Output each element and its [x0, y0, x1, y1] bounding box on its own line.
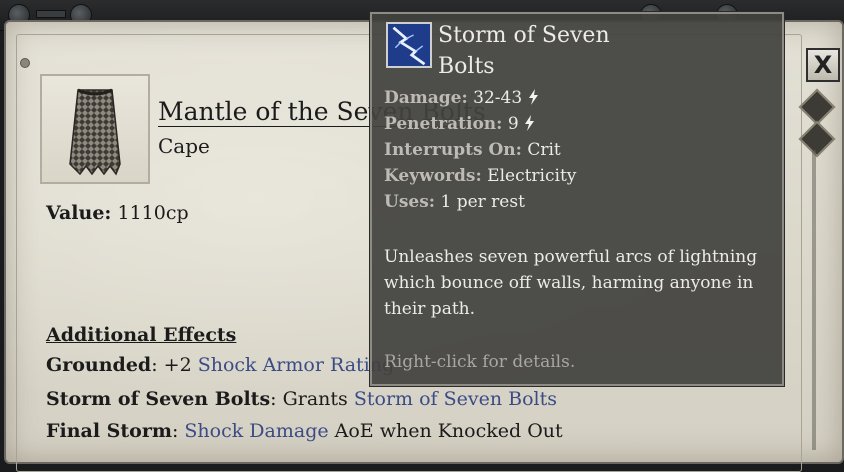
frame-ornament	[36, 10, 66, 18]
value-amount: 1110cp	[117, 202, 189, 224]
stat-value: 1 per rest	[440, 192, 525, 212]
effect-label: Final Storm	[46, 420, 172, 442]
additional-effects-heading: Additional Effects	[46, 324, 237, 346]
cape-icon	[69, 88, 121, 176]
effect-row-storm: Storm of Seven Bolts: Grants Storm of Se…	[46, 388, 557, 410]
stat-uses: Uses: 1 per rest	[384, 192, 525, 212]
ability-tooltip: Storm of Seven Bolts Damage: 32-43 Penet…	[370, 12, 784, 386]
stat-penetration: Penetration: 9	[384, 114, 535, 134]
item-portrait	[40, 74, 150, 184]
stat-value: Electricity	[487, 166, 577, 186]
scrollbar-track[interactable]	[812, 150, 816, 450]
effect-sep: : +2	[151, 354, 198, 376]
effect-sep: :	[171, 420, 185, 442]
stat-value: Crit	[527, 140, 561, 160]
effect-row-grounded: Grounded: +2 Shock Armor Rating	[46, 354, 394, 376]
stat-keywords: Keywords: Electricity	[384, 166, 576, 186]
item-value: Value: 1110cp	[46, 202, 189, 224]
shock-icon	[525, 115, 535, 131]
close-button[interactable]: X	[806, 48, 840, 82]
stat-interrupts: Interrupts On: Crit	[384, 140, 561, 160]
lightning-ability-icon	[386, 22, 432, 68]
effect-sep: : Grants	[270, 388, 354, 410]
tooltip-title: Storm of Seven Bolts	[438, 23, 610, 79]
stat-label: Interrupts On:	[384, 140, 522, 160]
value-label: Value:	[46, 202, 112, 224]
corner-rivet	[20, 58, 30, 68]
lightning-icon	[388, 24, 430, 66]
item-type: Cape	[158, 134, 210, 158]
effect-link-storm-of-seven-bolts[interactable]: Storm of Seven Bolts	[354, 388, 557, 410]
effect-label: Storm of Seven Bolts	[46, 388, 271, 410]
tooltip-description: Unleashes seven powerful arcs of lightni…	[384, 247, 758, 319]
effect-link-shock-armor-rating[interactable]: Shock Armor Rating	[198, 354, 394, 376]
stat-label: Uses:	[384, 192, 436, 212]
effect-rest: AoE when Knocked Out	[328, 420, 563, 442]
stat-value: 32-43	[473, 88, 523, 108]
effect-label: Grounded	[46, 354, 152, 376]
stat-value: 9	[507, 114, 519, 134]
tooltip-hint: Right-click for details.	[384, 352, 576, 372]
stat-label: Damage:	[384, 88, 468, 108]
shock-icon	[528, 89, 538, 105]
stat-label: Keywords:	[384, 166, 482, 186]
effect-link-shock-damage[interactable]: Shock Damage	[184, 420, 328, 442]
effect-row-final-storm: Final Storm: Shock Damage AoE when Knock…	[46, 420, 563, 442]
stat-label: Penetration:	[384, 114, 503, 134]
stat-damage: Damage: 32-43	[384, 88, 539, 108]
